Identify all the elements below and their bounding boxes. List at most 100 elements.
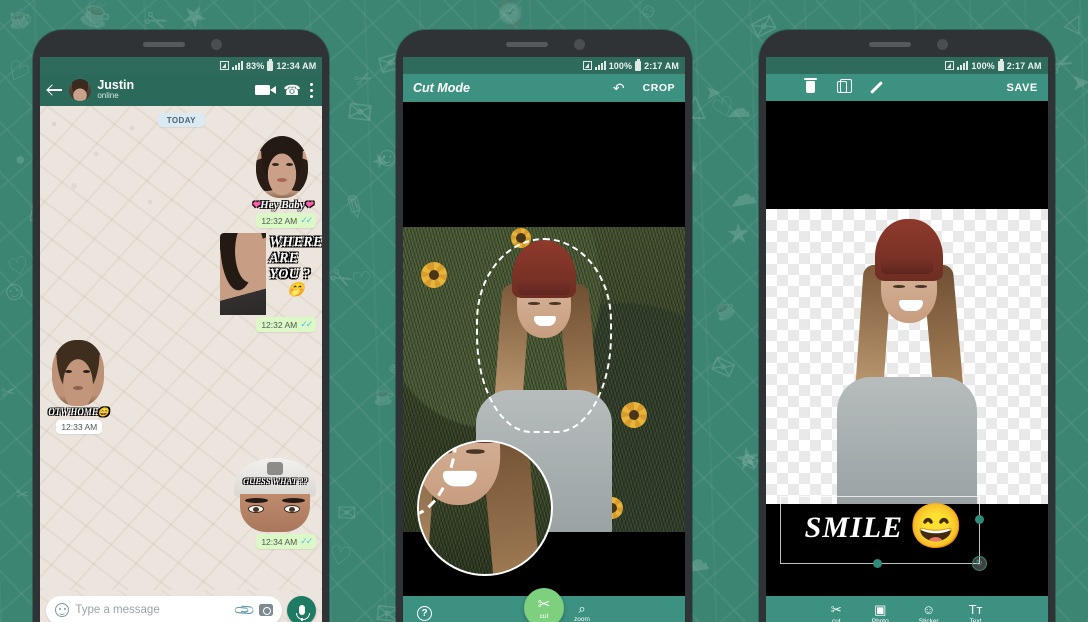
sticker-editor-toolbar: ✂ cut ▣ Photo ☺ Sticker Tт Text: [765, 596, 1048, 622]
read-receipt-icon: ✓✓: [300, 215, 313, 225]
pencil-icon[interactable]: [869, 81, 882, 94]
tool-sticker[interactable]: ☺ Sticker: [919, 603, 939, 622]
screenshot-indicator-icon: [220, 61, 230, 70]
sticker-face: [256, 136, 309, 198]
search-input[interactable]: Type a message: [75, 604, 230, 616]
sticker-emoji: 🤭: [287, 283, 305, 298]
chat-message-row[interactable]: OTW HOME😄 12:33 AM: [46, 340, 316, 434]
phone-device-1: 83% 12:34 AM Justin online ☎ TODAY ❤Hey …: [33, 30, 330, 622]
help-icon[interactable]: ?: [417, 605, 432, 621]
sticker-editor-appbar: SAVE: [765, 74, 1048, 101]
signal-icon: [232, 61, 244, 70]
phone-screen-2: 100% 2:17 AM Cut Mode ↶ CROP ? ✂ cut ⌕ z…: [403, 57, 685, 622]
sticker-face: [220, 233, 267, 315]
paperclip-icon[interactable]: 📎: [232, 598, 256, 622]
cut-tool-label: cut: [539, 612, 549, 620]
back-arrow-icon[interactable]: [47, 82, 63, 98]
status-bar-1: 83% 12:34 AM: [40, 57, 323, 74]
sunflower-decoration: [621, 402, 647, 428]
front-camera-icon: [211, 39, 223, 50]
battery-icon: [267, 58, 274, 71]
phone-slot-2: 100% 2:17 AM Cut Mode ↶ CROP ? ✂ cut ⌕ z…: [363, 0, 726, 622]
hey-baby-sticker[interactable]: ❤Hey Baby❤: [248, 136, 316, 211]
scissors-icon: ✂: [537, 595, 551, 613]
contact-info[interactable]: Justin online: [97, 79, 249, 101]
cut-canvas[interactable]: [403, 102, 685, 596]
page-title: Cut Mode: [413, 81, 470, 95]
sunflower-decoration: [421, 262, 447, 288]
editor-icon-group: [803, 78, 882, 94]
chat-message-row[interactable]: GUESS WHAT ?? 12:34 AM ✓✓: [46, 458, 317, 549]
save-button[interactable]: SAVE: [1007, 82, 1038, 94]
phone-screen-3: 100% 2:17 AM SAVE SMILE 😄 ↻ ✂ cut ▣ Phot…: [765, 57, 1048, 622]
heart-icon: ❤: [304, 200, 313, 211]
sticker-selection-box[interactable]: SMILE 😄 ↻: [779, 496, 987, 571]
where-are-you-sticker[interactable]: WHERE ARE YOU ? 🤭: [220, 233, 322, 315]
phone-call-icon[interactable]: ☎: [283, 83, 300, 97]
grey-tshirt: [836, 377, 977, 504]
whatsapp-chat-header: Justin online ☎: [40, 74, 323, 106]
phone-device-3: 100% 2:17 AM SAVE SMILE 😄 ↻ ✂ cut ▣ Phot…: [758, 30, 1055, 622]
message-timestamp: 12:34 AM ✓✓: [256, 534, 317, 549]
message-input-pill[interactable]: Type a message 📎: [46, 595, 283, 622]
copy-icon[interactable]: [836, 79, 852, 93]
battery-percent-3: 100%: [971, 60, 995, 71]
chat-message-row[interactable]: ❤Hey Baby❤ 12:32 AM ✓✓: [46, 136, 317, 228]
overflow-menu-icon[interactable]: [310, 82, 314, 98]
video-call-icon[interactable]: [255, 85, 277, 95]
tool-photo[interactable]: ▣ Photo: [872, 603, 889, 622]
sticker-caption: ❤Hey Baby❤: [251, 199, 313, 211]
rotate-handle-icon[interactable]: ↻: [971, 556, 987, 571]
zoom-tool-label: zoom: [574, 616, 590, 622]
sticker-icon: ☺: [922, 602, 936, 617]
front-camera-icon: [574, 39, 585, 50]
tool-label: cut: [831, 618, 841, 622]
message-timestamp: 12:32 AM ✓✓: [256, 317, 317, 332]
dashed-cut-outline[interactable]: [476, 238, 612, 433]
overlay-emoji: 😄: [908, 502, 964, 551]
chat-message-row[interactable]: WHERE ARE YOU ? 🤭 12:32 AM ✓✓: [46, 233, 322, 332]
phone-slot-3: 100% 2:17 AM SAVE SMILE 😄 ↻ ✂ cut ▣ Phot…: [725, 0, 1088, 622]
sticker-canvas[interactable]: SMILE 😄 ↻: [765, 101, 1048, 596]
microphone-button[interactable]: [287, 595, 317, 622]
cut-out-woman-sticker[interactable]: [829, 219, 985, 504]
read-receipt-icon: ✓✓: [300, 319, 313, 329]
battery-icon: [635, 58, 642, 71]
smiley-icon[interactable]: [55, 603, 70, 617]
resize-handle-right[interactable]: [974, 515, 984, 524]
tool-label: Photo: [871, 618, 889, 622]
microphone-icon: [295, 605, 310, 621]
contact-name: Justin: [97, 78, 135, 93]
sticker-face: [52, 340, 105, 406]
scissors-icon: ✂: [830, 602, 842, 617]
photo-icon: ▣: [874, 602, 887, 617]
trash-icon[interactable]: [803, 78, 817, 93]
crop-button[interactable]: CROP: [643, 82, 675, 94]
heart-icon: ❤: [251, 200, 261, 211]
battery-percent-2: 100%: [608, 60, 633, 71]
undo-icon[interactable]: ↶: [613, 81, 625, 95]
zoom-tool-button[interactable]: ⌕ zoom: [574, 602, 590, 622]
resize-handle-bottom[interactable]: [872, 559, 882, 568]
phone-slot-1: 83% 12:34 AM Justin online ☎ TODAY ❤Hey …: [0, 0, 363, 622]
tool-text[interactable]: Tт Text: [969, 603, 983, 622]
cut-tool-button[interactable]: ✂ cut: [524, 588, 564, 622]
cap-logo-icon: [267, 462, 284, 475]
status-bar-2: 100% 2:17 AM: [403, 57, 685, 74]
guess-what-sticker[interactable]: GUESS WHAT ??: [234, 458, 317, 532]
red-beanie: [874, 219, 943, 281]
camera-icon[interactable]: [259, 604, 274, 616]
chat-message-list[interactable]: TODAY ❤Hey Baby❤ 12:32 AM ✓✓ WHERE ARE Y…: [40, 106, 322, 590]
tool-cut[interactable]: ✂ cut: [831, 603, 842, 622]
screenshot-indicator-icon: [582, 61, 592, 70]
chat-composer: Type a message 📎: [40, 590, 322, 622]
otw-home-sticker[interactable]: OTW HOME😄: [46, 340, 110, 418]
message-timestamp: 12:32 AM ✓✓: [256, 213, 317, 228]
signal-icon: [594, 61, 606, 70]
clock-2: 2:17 AM: [644, 60, 679, 71]
avatar[interactable]: [69, 79, 92, 101]
signal-icon: [957, 61, 969, 70]
phone-screenshot-row: 83% 12:34 AM Justin online ☎ TODAY ❤Hey …: [0, 0, 1088, 622]
tool-label: Sticker: [918, 618, 939, 622]
header-actions: ☎: [255, 82, 315, 98]
